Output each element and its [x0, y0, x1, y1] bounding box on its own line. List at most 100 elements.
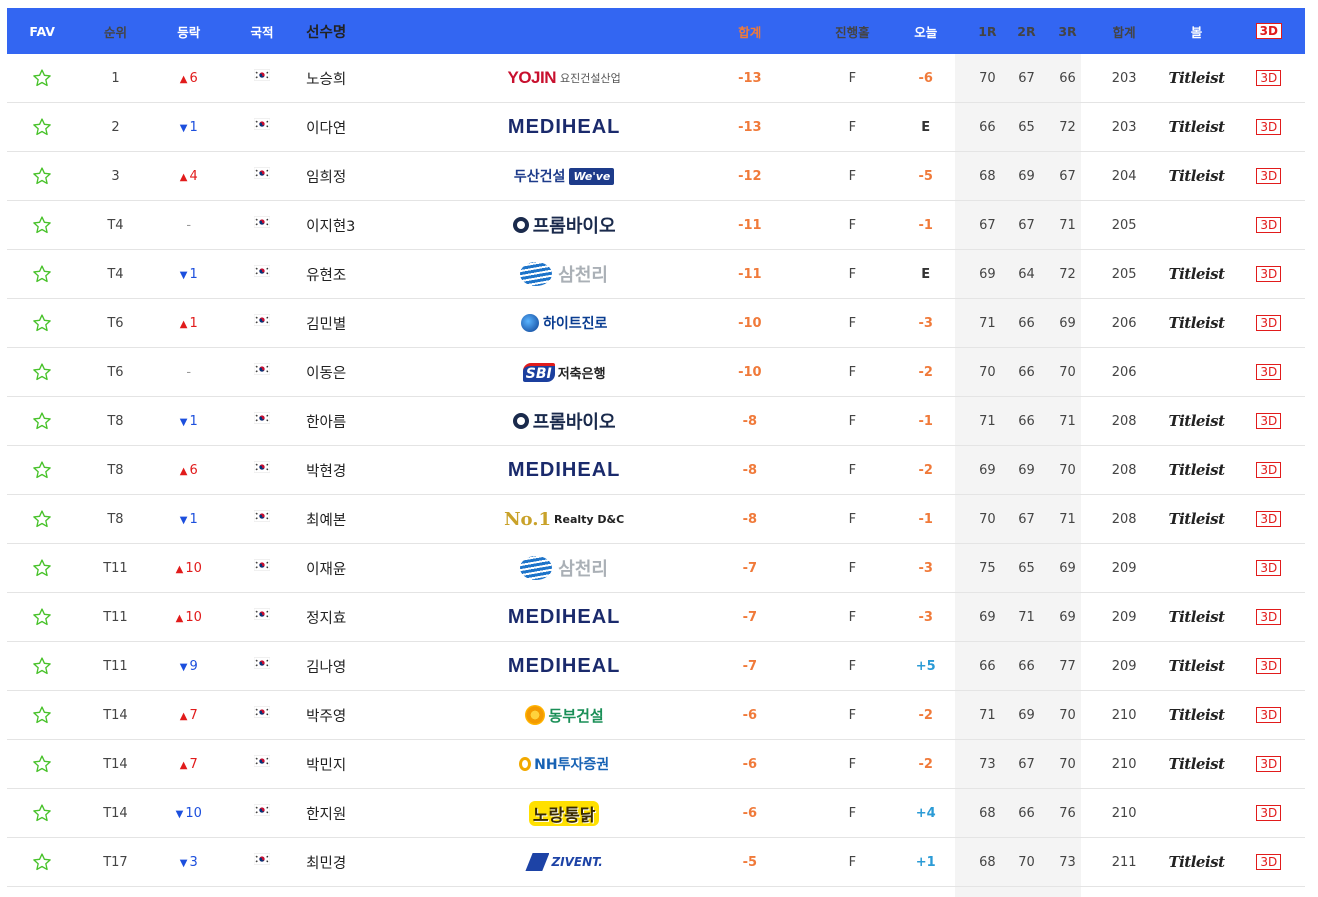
player-row[interactable]: T6 ▲ 1 김민별 하이트진로 -10 F -3 71 66 69 206 Ti…	[7, 299, 1305, 348]
view-3d[interactable]: 3D	[1233, 168, 1305, 184]
header-3d-button[interactable]: 3D	[1255, 23, 1282, 39]
rank-change-value: 1	[189, 119, 198, 135]
3d-button[interactable]: 3D	[1256, 70, 1282, 86]
hole-progress: F	[848, 805, 857, 821]
3d-button[interactable]: 3D	[1256, 413, 1282, 429]
view-3d[interactable]: 3D	[1233, 805, 1305, 821]
3d-button[interactable]: 3D	[1256, 119, 1282, 135]
player-row[interactable]: T14 ▼ 10 한지원 노랑통닭 -6 F +4 68 66 76 210 3D	[7, 789, 1305, 838]
rank-change-value: 7	[189, 756, 198, 772]
3d-button[interactable]: 3D	[1256, 364, 1282, 380]
favorite-star-icon[interactable]	[7, 803, 77, 823]
titleist-logo: Titleist	[1168, 118, 1225, 136]
rank-change: ▼ 10	[154, 806, 224, 821]
today-score: -1	[918, 413, 933, 429]
player-name[interactable]: 김민별	[300, 313, 447, 334]
player-name[interactable]: 김나영	[300, 656, 447, 677]
favorite-star-icon[interactable]	[7, 117, 77, 137]
player-name[interactable]: 정지효	[300, 607, 447, 628]
player-row[interactable]: T8 ▲ 6 박현경 MEDIHEAL -8 F -2 69 69 70 208 …	[7, 446, 1305, 495]
player-row[interactable]: 1 ▲ 6 노승희 YOJIN 요진건설산업 -13 F -6 70 67 66 2…	[7, 54, 1305, 103]
triangle-up-icon: ▲	[179, 171, 188, 183]
round-3-score: 69	[1059, 560, 1076, 576]
player-name[interactable]: 이다연	[300, 117, 447, 138]
view-3d[interactable]: 3D	[1233, 658, 1305, 674]
player-name[interactable]: 최예본	[300, 509, 447, 530]
3d-button[interactable]: 3D	[1256, 756, 1282, 772]
favorite-star-icon[interactable]	[7, 509, 77, 529]
player-row[interactable]: T6 - 이동은 SBI 저축은행 -10 F -2 70 66 70 206 3…	[7, 348, 1305, 397]
player-name[interactable]: 유현조	[300, 264, 447, 285]
player-row[interactable]: 2 ▼ 1 이다연 MEDIHEAL -13 F E 66 65 72 203 T…	[7, 103, 1305, 152]
player-row[interactable]: T4 - 이지현3 프롬바이오 -11 F -1 67 67 71 205 3D	[7, 201, 1305, 250]
player-name[interactable]: 박현경	[300, 460, 447, 481]
player-name[interactable]: 박민지	[300, 754, 447, 775]
prombio-mark-icon	[512, 413, 529, 429]
favorite-star-icon[interactable]	[7, 166, 77, 186]
round-1-score: 66	[979, 119, 996, 135]
rank-change-value: -	[186, 364, 192, 380]
view-3d[interactable]: 3D	[1233, 707, 1305, 723]
player-row[interactable]: T11 ▼ 9 김나영 MEDIHEAL -7 F +5 66 66 77 209…	[7, 642, 1305, 691]
view-3d[interactable]: 3D	[1233, 609, 1305, 625]
favorite-star-icon[interactable]	[7, 754, 77, 774]
view-3d[interactable]: 3D	[1233, 364, 1305, 380]
view-3d[interactable]: 3D	[1233, 119, 1305, 135]
3d-button[interactable]: 3D	[1256, 511, 1282, 527]
player-row[interactable]: 3 ▲ 4 임희정 두산건설 We've -12 F -5 68 69 67 204…	[7, 152, 1305, 201]
header-3d[interactable]: 3D	[1233, 23, 1305, 39]
3d-button[interactable]: 3D	[1256, 707, 1282, 723]
view-3d[interactable]: 3D	[1233, 560, 1305, 576]
player-name[interactable]: 최민경	[300, 852, 447, 873]
player-name[interactable]: 이재윤	[300, 558, 447, 579]
view-3d[interactable]: 3D	[1233, 462, 1305, 478]
favorite-star-icon[interactable]	[7, 215, 77, 235]
player-name[interactable]: 임희정	[300, 166, 447, 187]
3d-button[interactable]: 3D	[1256, 854, 1282, 870]
3d-button[interactable]: 3D	[1256, 266, 1282, 282]
player-row[interactable]: T14 ▲ 7 박주영 동부건설 -6 F -2 71 69 70 210 Tit…	[7, 691, 1305, 740]
favorite-star-icon[interactable]	[7, 558, 77, 578]
player-row[interactable]: T8 ▼ 1 한아름 프롬바이오 -8 F -1 71 66 71 208 Tit…	[7, 397, 1305, 446]
favorite-star-icon[interactable]	[7, 656, 77, 676]
player-row[interactable]: T17 ▼ 3 최민경 ZIVENT. -5 F +1 68 70 73 211 …	[7, 838, 1305, 887]
player-row[interactable]: T11 ▲ 10 이재윤 삼천리 -7 F -3 75 65 69 209 3D	[7, 544, 1305, 593]
favorite-star-icon[interactable]	[7, 852, 77, 872]
3d-button[interactable]: 3D	[1256, 462, 1282, 478]
favorite-star-icon[interactable]	[7, 68, 77, 88]
view-3d[interactable]: 3D	[1233, 315, 1305, 331]
favorite-star-icon[interactable]	[7, 264, 77, 284]
view-3d[interactable]: 3D	[1233, 217, 1305, 233]
3d-button[interactable]: 3D	[1256, 168, 1282, 184]
player-row[interactable]: T4 ▼ 1 유현조 삼천리 -11 F E 69 64 72 205 Title…	[7, 250, 1305, 299]
view-3d[interactable]: 3D	[1233, 266, 1305, 282]
player-row[interactable]: T14 ▲ 7 박민지 NH투자증권 -6 F -2 73 67 70 210 T…	[7, 740, 1305, 789]
favorite-star-icon[interactable]	[7, 313, 77, 333]
player-name[interactable]: 이지현3	[300, 215, 447, 236]
player-name[interactable]: 박주영	[300, 705, 447, 726]
view-3d[interactable]: 3D	[1233, 756, 1305, 772]
favorite-star-icon[interactable]	[7, 411, 77, 431]
3d-button[interactable]: 3D	[1256, 315, 1282, 331]
favorite-star-icon[interactable]	[7, 460, 77, 480]
player-row[interactable]: T11 ▲ 10 정지효 MEDIHEAL -7 F -3 69 71 69 20…	[7, 593, 1305, 642]
3d-button[interactable]: 3D	[1256, 609, 1282, 625]
sum-strokes: 209	[1111, 658, 1137, 674]
favorite-star-icon[interactable]	[7, 362, 77, 382]
view-3d[interactable]: 3D	[1233, 854, 1305, 870]
player-name[interactable]: 노승희	[300, 68, 447, 89]
player-row[interactable]: T8 ▼ 1 최예본 No.1 Realty D&C -8 F -1 70 67 7…	[7, 495, 1305, 544]
favorite-star-icon[interactable]	[7, 607, 77, 627]
favorite-star-icon[interactable]	[7, 705, 77, 725]
3d-button[interactable]: 3D	[1256, 805, 1282, 821]
3d-button[interactable]: 3D	[1256, 658, 1282, 674]
3d-button[interactable]: 3D	[1256, 217, 1282, 233]
view-3d[interactable]: 3D	[1233, 70, 1305, 86]
round-2-score: 65	[1018, 560, 1035, 576]
view-3d[interactable]: 3D	[1233, 413, 1305, 429]
player-name[interactable]: 한아름	[300, 411, 447, 432]
view-3d[interactable]: 3D	[1233, 511, 1305, 527]
player-name[interactable]: 한지원	[300, 803, 447, 824]
player-name[interactable]: 이동은	[300, 362, 447, 383]
3d-button[interactable]: 3D	[1256, 560, 1282, 576]
